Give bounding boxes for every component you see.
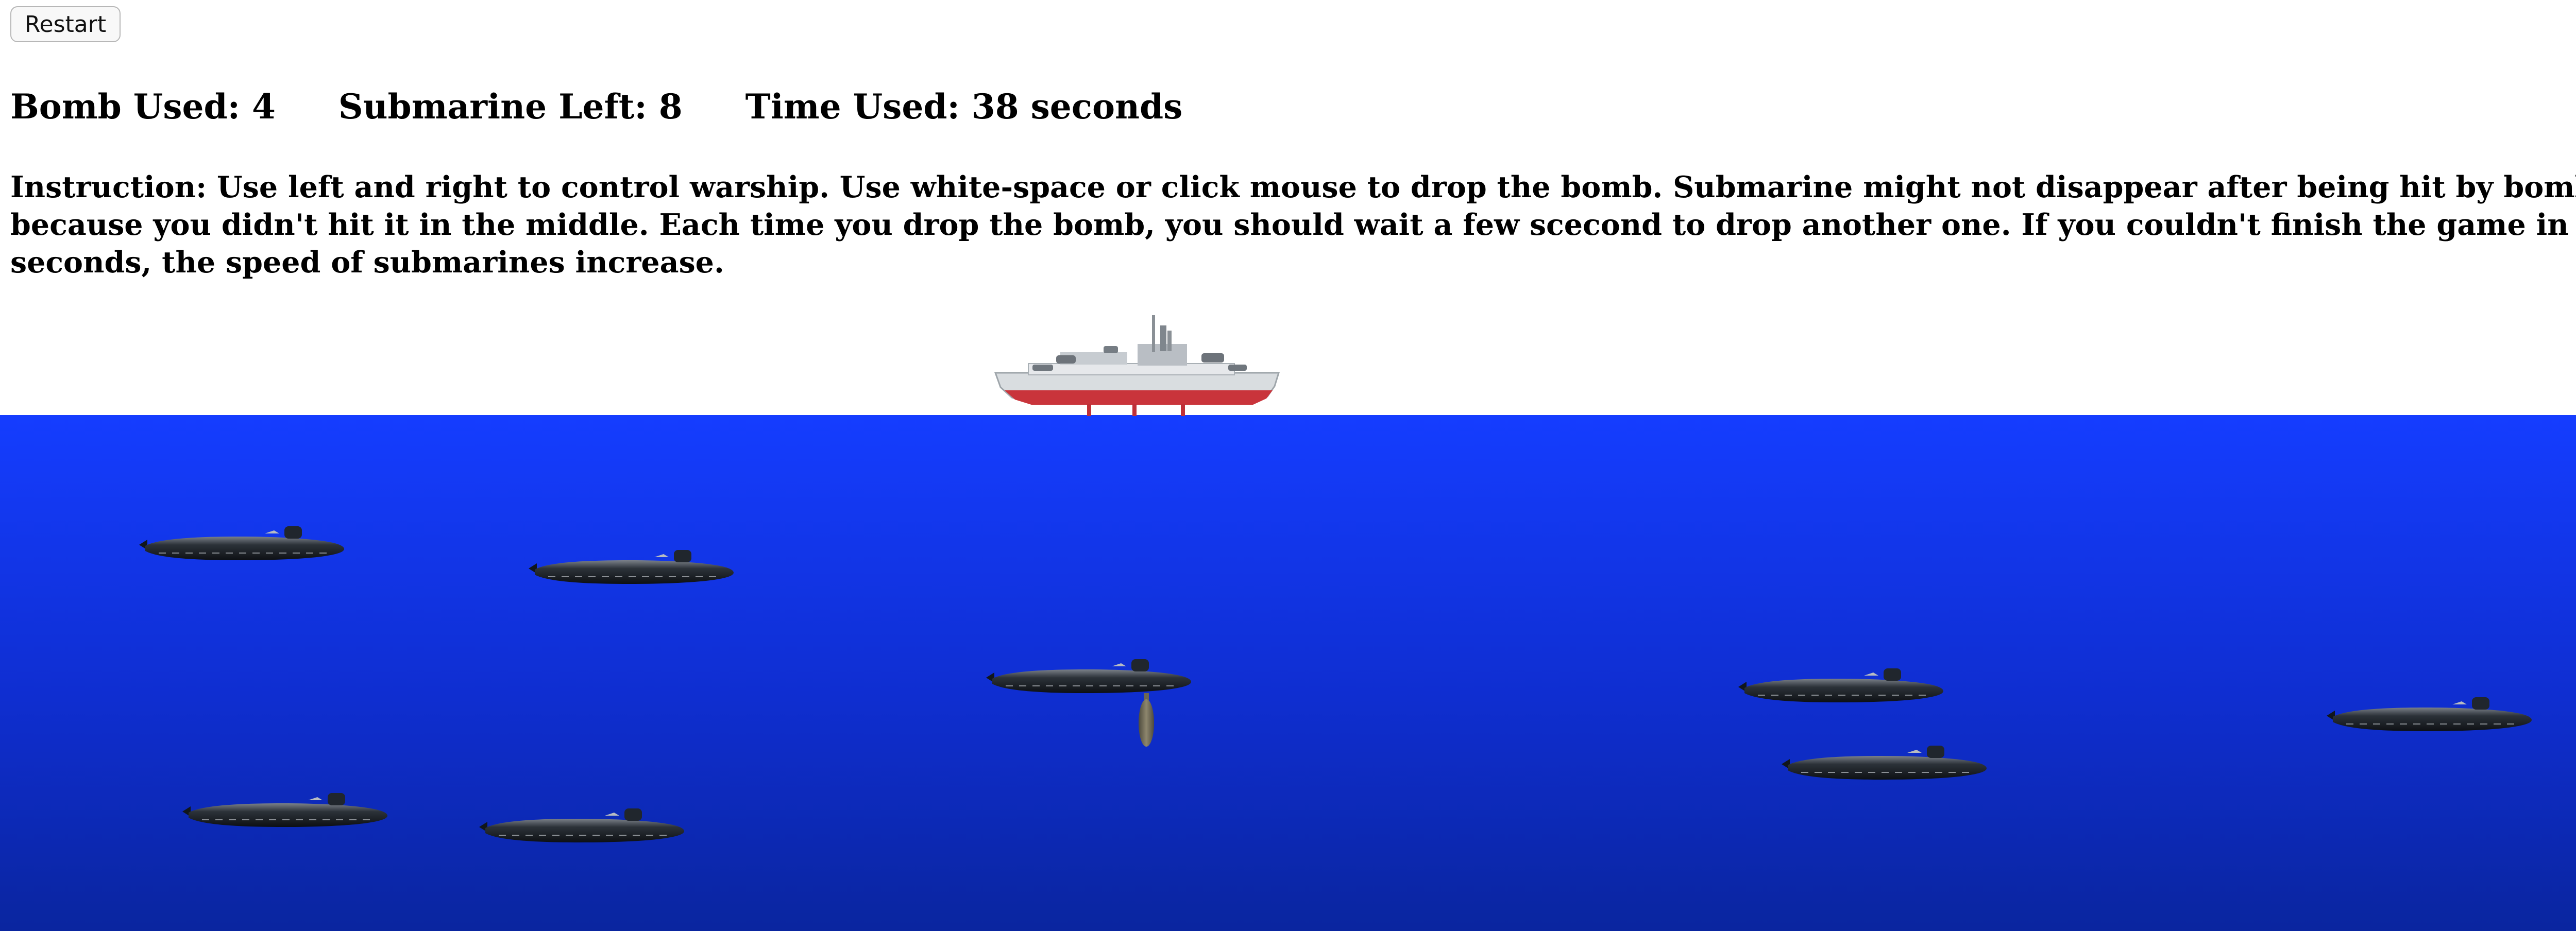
time-used-counter: Time Used: 38 seconds bbox=[745, 87, 1183, 127]
score-bar: Bomb Used: 4 Submarine Left: 8 Time Used… bbox=[10, 78, 1245, 135]
submarine-icon bbox=[182, 793, 387, 827]
submarine-icon bbox=[1738, 668, 1943, 702]
submarine-icon bbox=[986, 659, 1191, 693]
instruction-text: Instruction: Use left and right to contr… bbox=[10, 170, 2576, 280]
restart-button[interactable]: Restart bbox=[10, 6, 121, 42]
ocean[interactable] bbox=[0, 415, 2576, 931]
submarine-icon bbox=[139, 526, 344, 560]
bomb-used-counter: Bomb Used: 4 bbox=[10, 87, 276, 127]
submarine-icon bbox=[2327, 697, 2532, 731]
bomb-icon bbox=[1139, 693, 1154, 747]
submarine-icon bbox=[529, 550, 734, 584]
submarine-icon bbox=[479, 808, 684, 842]
game-page: Restart Bomb Used: 4 Submarine Left: 8 T… bbox=[0, 0, 2576, 931]
submarine-left-counter: Submarine Left: 8 bbox=[338, 87, 683, 127]
warship-icon[interactable] bbox=[985, 303, 1287, 418]
submarine-icon bbox=[1782, 746, 1987, 780]
